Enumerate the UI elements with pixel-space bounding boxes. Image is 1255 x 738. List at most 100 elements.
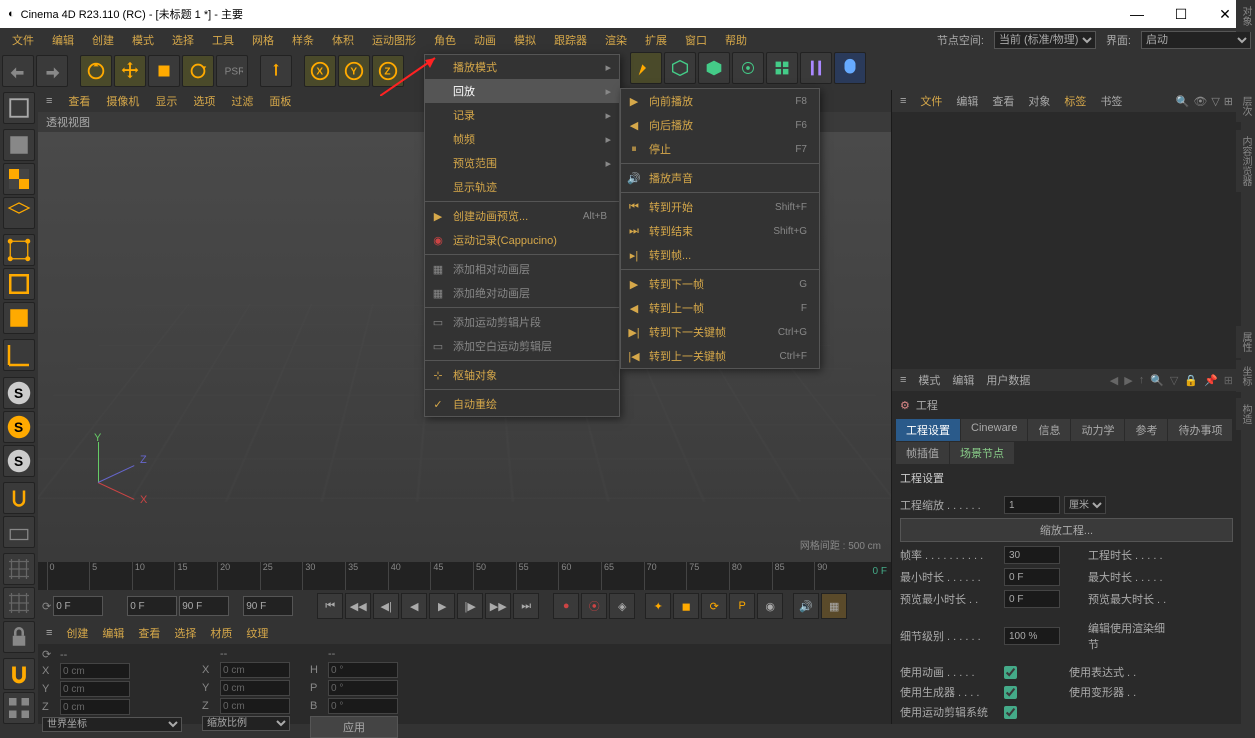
filter-icon[interactable]: ▽ bbox=[1211, 95, 1219, 108]
menu-window[interactable]: 窗口 bbox=[677, 30, 715, 50]
min-time-input[interactable] bbox=[1004, 568, 1060, 586]
key-pos-button[interactable]: ✦ bbox=[645, 593, 671, 619]
am-expand-icon[interactable]: ⊞ bbox=[1224, 374, 1233, 387]
make-editable-button[interactable] bbox=[3, 92, 35, 124]
rotate-tool[interactable] bbox=[182, 55, 214, 87]
minimize-button[interactable]: — bbox=[1115, 0, 1159, 28]
om-view[interactable]: 查看 bbox=[992, 93, 1014, 109]
scale-project-button[interactable]: 缩放工程... bbox=[900, 518, 1233, 542]
redo-button[interactable] bbox=[36, 55, 68, 87]
cube-button[interactable] bbox=[664, 52, 696, 84]
key-scale-button[interactable]: ◼ bbox=[673, 593, 699, 619]
menu-makepreview[interactable]: ▶创建动画预览...Alt+B bbox=[425, 204, 619, 228]
tab-interp[interactable]: 帧插值 bbox=[896, 442, 949, 464]
frame-preview-end-input[interactable] bbox=[179, 596, 229, 616]
menu-help[interactable]: 帮助 bbox=[717, 30, 755, 50]
om-bookmarks[interactable]: 书签 bbox=[1100, 93, 1122, 109]
preview-min-input[interactable] bbox=[1004, 590, 1060, 608]
coord-apply-button[interactable]: 应用 bbox=[310, 716, 398, 738]
search-icon[interactable]: 🔍 bbox=[1176, 95, 1190, 108]
vp-menu-display[interactable]: 显示 bbox=[155, 93, 177, 109]
coord-rot-p[interactable] bbox=[328, 680, 398, 696]
sub-nextkey[interactable]: ▶|转到下一关键帧Ctrl+G bbox=[621, 320, 819, 344]
nodespace-select[interactable]: 当前 (标准/物理) bbox=[994, 31, 1096, 49]
coord-size-z[interactable] bbox=[220, 698, 290, 714]
workplane-button[interactable] bbox=[3, 197, 35, 229]
keyframe-selection-button[interactable]: ◈ bbox=[609, 593, 635, 619]
undo-button[interactable] bbox=[2, 55, 34, 87]
sidetab-content[interactable]: 内容浏览器 bbox=[1236, 130, 1255, 192]
prev-frame-button[interactable]: ◀| bbox=[373, 593, 399, 619]
settings-button[interactable] bbox=[3, 692, 35, 724]
key-rot-button[interactable]: ⟳ bbox=[701, 593, 727, 619]
sub-sound[interactable]: 🔊播放声音 bbox=[621, 166, 819, 190]
vp-menu-camera[interactable]: 摄像机 bbox=[106, 93, 139, 109]
key-param-button[interactable]: P bbox=[729, 593, 755, 619]
frame-end-input[interactable] bbox=[243, 596, 293, 616]
menu-addabs[interactable]: ▦添加绝对动画层 bbox=[425, 281, 619, 305]
am-lock-icon[interactable]: 🔒 bbox=[1184, 374, 1198, 387]
nav-back-icon[interactable]: ◀ bbox=[1110, 374, 1118, 387]
menu-addrel[interactable]: ▦添加相对动画层 bbox=[425, 257, 619, 281]
goto-start-button[interactable]: ⏮ bbox=[317, 593, 343, 619]
frame-start-input[interactable] bbox=[53, 596, 103, 616]
scale-tool[interactable] bbox=[148, 55, 180, 87]
next-frame-button[interactable]: |▶ bbox=[457, 593, 483, 619]
use-gen-checkbox[interactable] bbox=[1004, 686, 1017, 699]
sound-button[interactable]: 🔊 bbox=[793, 593, 819, 619]
sidetab-struct[interactable]: 构造 bbox=[1236, 398, 1255, 430]
tab-info[interactable]: 信息 bbox=[1028, 419, 1070, 441]
interface-select[interactable]: 启动 bbox=[1141, 31, 1251, 49]
sub-playfwd[interactable]: ▶向前播放F8 bbox=[621, 89, 819, 113]
frame-preview-start-input[interactable] bbox=[127, 596, 177, 616]
mat-create[interactable]: 创建 bbox=[66, 625, 88, 641]
generator-button[interactable] bbox=[732, 52, 764, 84]
menu-record[interactable]: 记录▸ bbox=[425, 103, 619, 127]
menu-render[interactable]: 渲染 bbox=[597, 30, 635, 50]
vp-menu-filter[interactable]: 过滤 bbox=[231, 93, 253, 109]
menu-volume[interactable]: 体积 bbox=[324, 30, 362, 50]
menu-mograph[interactable]: 运动图形 bbox=[364, 30, 424, 50]
timeline-ruler[interactable]: 05 1015 2025 3035 4045 5055 6065 7075 80… bbox=[38, 562, 891, 590]
axis-z-button[interactable]: Z bbox=[372, 55, 404, 87]
om-tags[interactable]: 标签 bbox=[1064, 93, 1086, 109]
record-button[interactable]: ● bbox=[553, 593, 579, 619]
points-mode-button[interactable] bbox=[3, 234, 35, 266]
coord-world-select[interactable]: 世界坐标 bbox=[42, 717, 182, 732]
nav-fwd-icon[interactable]: ▶ bbox=[1124, 374, 1132, 387]
sidetab-object[interactable]: 对象 bbox=[1236, 0, 1255, 32]
mat-material[interactable]: 材质 bbox=[210, 625, 232, 641]
polygons-mode-button[interactable] bbox=[3, 302, 35, 334]
menu-create[interactable]: 创建 bbox=[84, 30, 122, 50]
sub-next[interactable]: ▶转到下一帧G bbox=[621, 272, 819, 296]
sub-prev[interactable]: ◀转到上一帧F bbox=[621, 296, 819, 320]
menu-playback[interactable]: 回放▸ bbox=[425, 79, 619, 103]
next-key-button[interactable]: ▶▶ bbox=[485, 593, 511, 619]
prev-key-button[interactable]: ◀◀ bbox=[345, 593, 371, 619]
tab-project-settings[interactable]: 工程设置 bbox=[896, 419, 960, 441]
am-pin-icon[interactable]: 📌 bbox=[1204, 374, 1218, 387]
viewport-solo-b[interactable]: S bbox=[3, 411, 35, 443]
model-mode-button[interactable] bbox=[3, 129, 35, 161]
sidetab-coord[interactable]: 坐标 bbox=[1236, 360, 1255, 392]
play-forward-button[interactable]: ▶ bbox=[429, 593, 455, 619]
goto-end-button[interactable]: ⏭ bbox=[513, 593, 539, 619]
vp-menu-view[interactable]: 查看 bbox=[68, 93, 90, 109]
sub-gostart[interactable]: ⏮转到开始Shift+F bbox=[621, 195, 819, 219]
camera-button[interactable] bbox=[834, 52, 866, 84]
menu-simulate[interactable]: 模拟 bbox=[506, 30, 544, 50]
menu-pivot[interactable]: ⊹枢轴对象 bbox=[425, 363, 619, 387]
mat-view[interactable]: 查看 bbox=[138, 625, 160, 641]
sub-goend[interactable]: ⏭转到结束Shift+G bbox=[621, 219, 819, 243]
viewport-solo-a[interactable]: S bbox=[3, 377, 35, 409]
spline-pen-button[interactable] bbox=[630, 52, 662, 84]
om-file[interactable]: 文件 bbox=[920, 93, 942, 109]
psr-tool[interactable]: PSR bbox=[216, 55, 248, 87]
am-search-icon[interactable]: 🔍 bbox=[1150, 374, 1164, 387]
sidetab-attr[interactable]: 属性 bbox=[1236, 326, 1255, 358]
null-button[interactable] bbox=[698, 52, 730, 84]
key-pla-button[interactable]: ◉ bbox=[757, 593, 783, 619]
fps-input[interactable] bbox=[1004, 546, 1060, 564]
menu-addclip[interactable]: ▭添加运动剪辑片段 bbox=[425, 310, 619, 334]
lock-button[interactable] bbox=[3, 621, 35, 653]
